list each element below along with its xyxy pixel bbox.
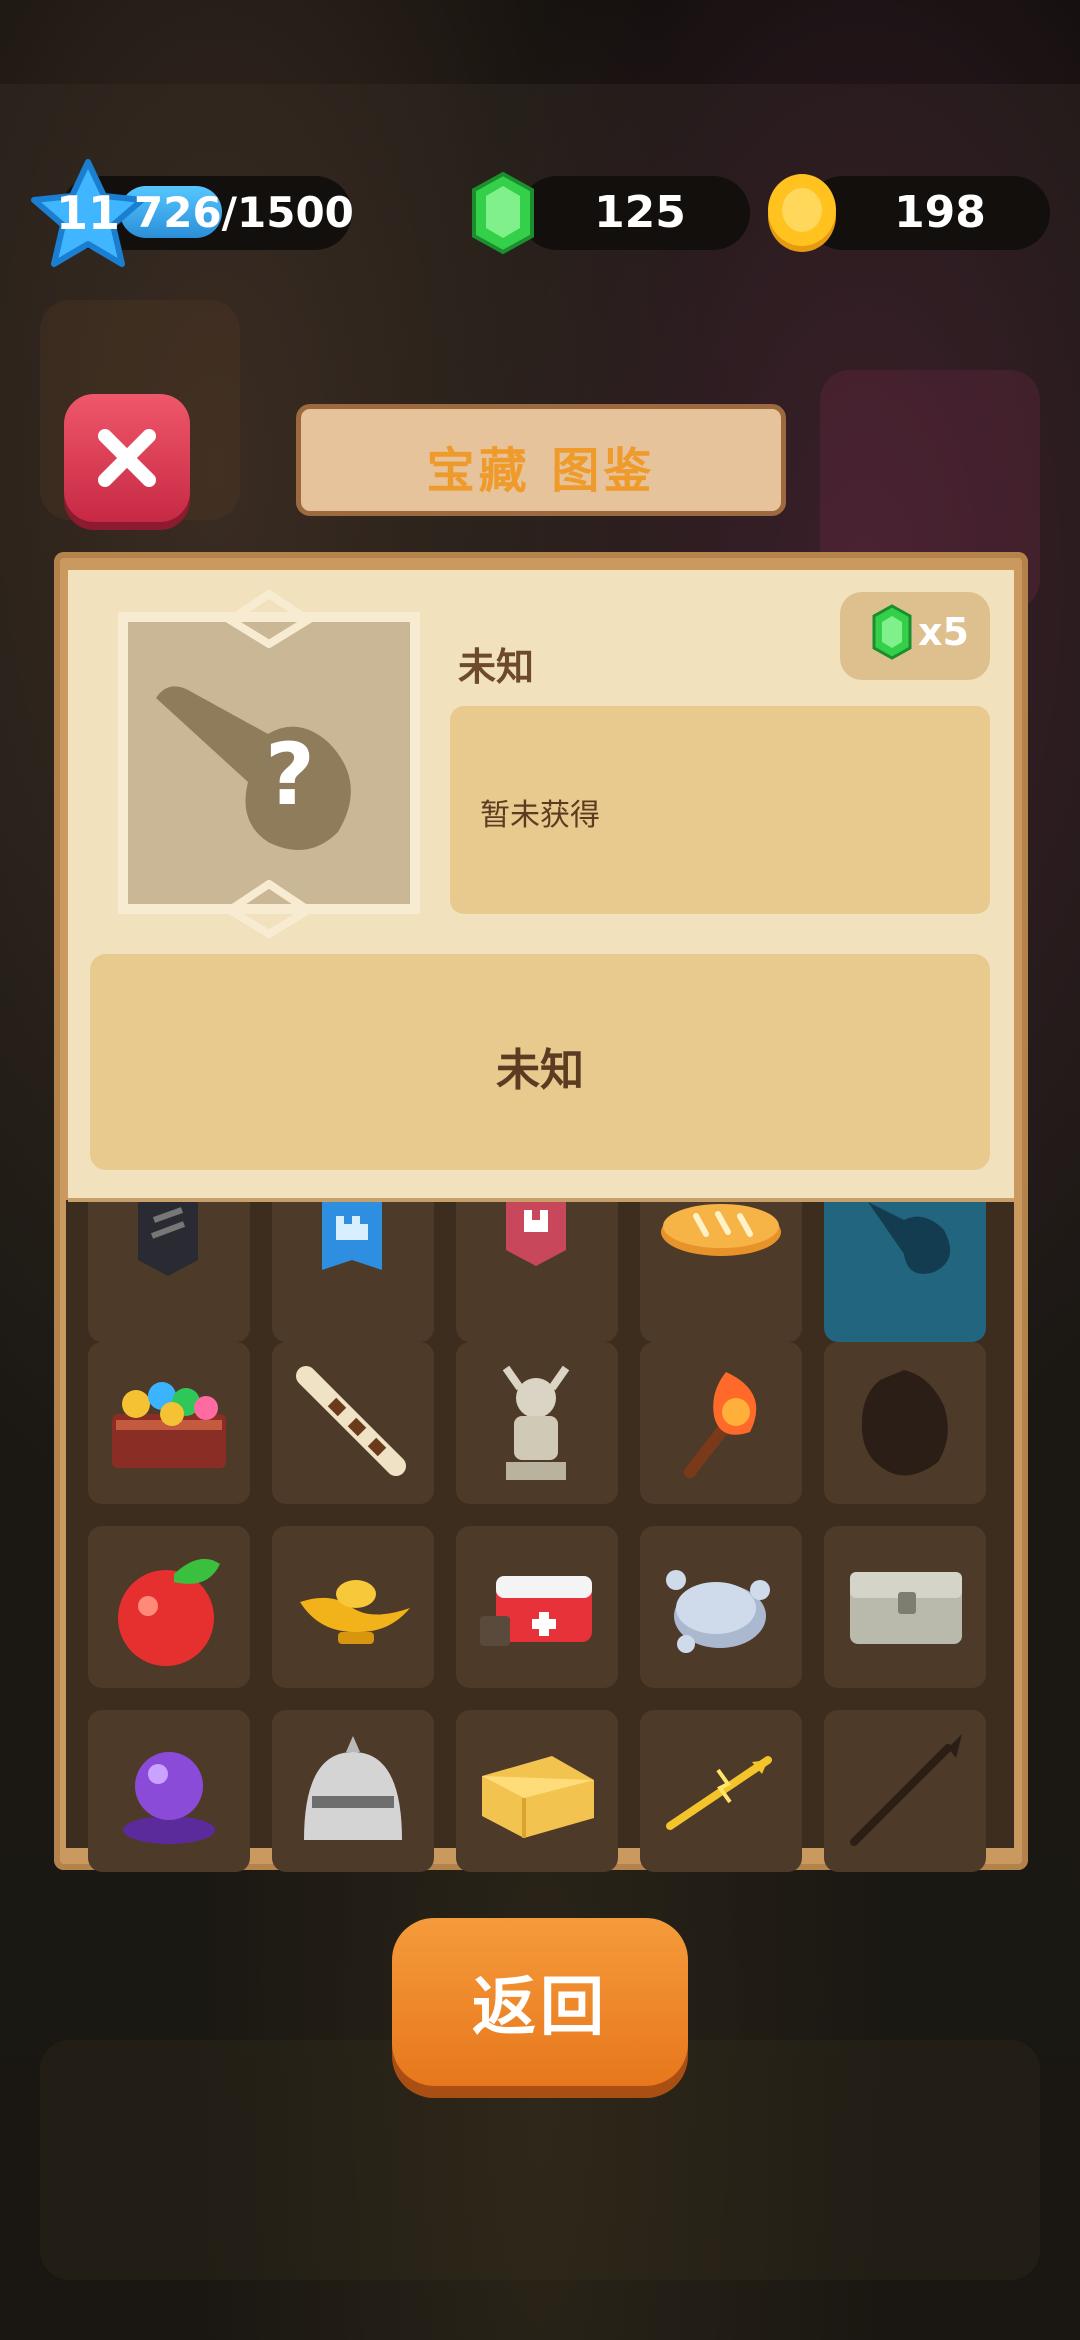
grid-cell-silver-chest[interactable] [824, 1526, 986, 1688]
portrait-ornament-top-icon [226, 590, 312, 648]
grid-cell-arrow[interactable] [640, 1710, 802, 1872]
grid-cell-coins[interactable] [640, 1526, 802, 1688]
apple-icon [118, 1558, 220, 1666]
title-plank: 宝藏 图鉴 [296, 404, 786, 516]
treasure-chest-gems-icon [112, 1382, 226, 1468]
page-title: 宝藏 图鉴 [426, 443, 656, 499]
torch-icon [684, 1372, 757, 1478]
guitar-silhouette-icon [868, 1202, 951, 1274]
cheese-icon [482, 1756, 594, 1838]
item-description: 暂未获得 [480, 798, 600, 833]
grid-cell-red-banner[interactable] [456, 1180, 618, 1342]
magic-lamp-icon [300, 1580, 410, 1644]
close-icon [98, 429, 156, 487]
grid-cell-helmet[interactable] [272, 1710, 434, 1872]
grid-cell-locked[interactable] [824, 1342, 986, 1504]
svg-text:?: ? [265, 725, 315, 825]
grid-cell-cheese[interactable] [456, 1710, 618, 1872]
item-name: 未知 [458, 645, 535, 689]
item-portrait: ? [128, 622, 410, 904]
grid-cell-treasure[interactable] [88, 1342, 250, 1504]
grid-cell-guitar-selected[interactable] [824, 1180, 986, 1342]
item-info: 未知 [496, 1045, 584, 1096]
locked-silhouette-icon [861, 1370, 948, 1476]
level-number: 11 [55, 186, 120, 240]
green-gem-icon [872, 604, 912, 660]
portrait-ornament-bottom-icon [226, 880, 312, 938]
green-gem-icon[interactable] [468, 170, 538, 256]
grid-cell-lamp[interactable] [272, 1526, 434, 1688]
grid-cell-blue-banner[interactable] [272, 1180, 434, 1342]
xp-text: 726/1500 [134, 188, 354, 237]
grid-cell-spear[interactable] [824, 1710, 986, 1872]
crystal-ball-icon [123, 1752, 215, 1844]
grid-cell-apple[interactable] [88, 1526, 250, 1688]
grid-cell-flute[interactable] [272, 1342, 434, 1504]
coin-count: 198 [894, 187, 986, 238]
grid-cell-black-banner[interactable] [88, 1180, 250, 1342]
spear-silhouette-icon [850, 1734, 962, 1846]
grid-cell-bread[interactable] [640, 1180, 802, 1342]
knight-statue-icon [502, 1365, 570, 1480]
back-button[interactable]: 返回 [392, 1918, 688, 2086]
unlock-cost-text: x5 [918, 610, 969, 654]
first-aid-kit-icon [480, 1576, 592, 1646]
gem-count: 125 [594, 187, 686, 238]
grid-cell-crystal-ball[interactable] [88, 1710, 250, 1872]
gold-coin-icon[interactable] [764, 170, 840, 256]
silver-coins-pile-icon [666, 1570, 770, 1653]
grid-cell-statue[interactable] [456, 1342, 618, 1504]
lightning-arrow-icon [666, 1756, 772, 1830]
unknown-guitar-silhouette-icon: ? [156, 686, 351, 850]
grid-cell-torch[interactable] [640, 1342, 802, 1504]
flute-icon [296, 1366, 406, 1476]
knight-helmet-icon [304, 1736, 402, 1840]
silver-chest-icon [850, 1572, 962, 1644]
bread-icon [661, 1204, 781, 1256]
close-button[interactable] [64, 394, 190, 522]
item-grid [66, 1180, 1014, 1872]
back-button-label: 返回 [472, 1971, 608, 2045]
grid-cell-medkit[interactable] [456, 1526, 618, 1688]
